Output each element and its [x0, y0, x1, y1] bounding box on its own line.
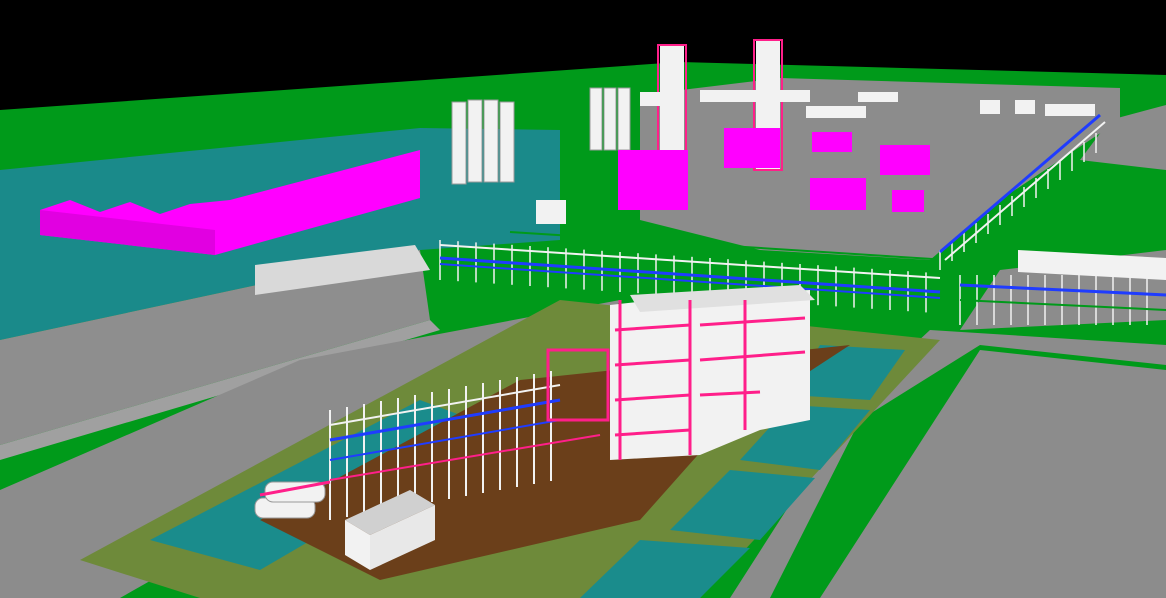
- 3d-model-viewport[interactable]: [0, 0, 1166, 598]
- silo-group-center: [589, 87, 631, 151]
